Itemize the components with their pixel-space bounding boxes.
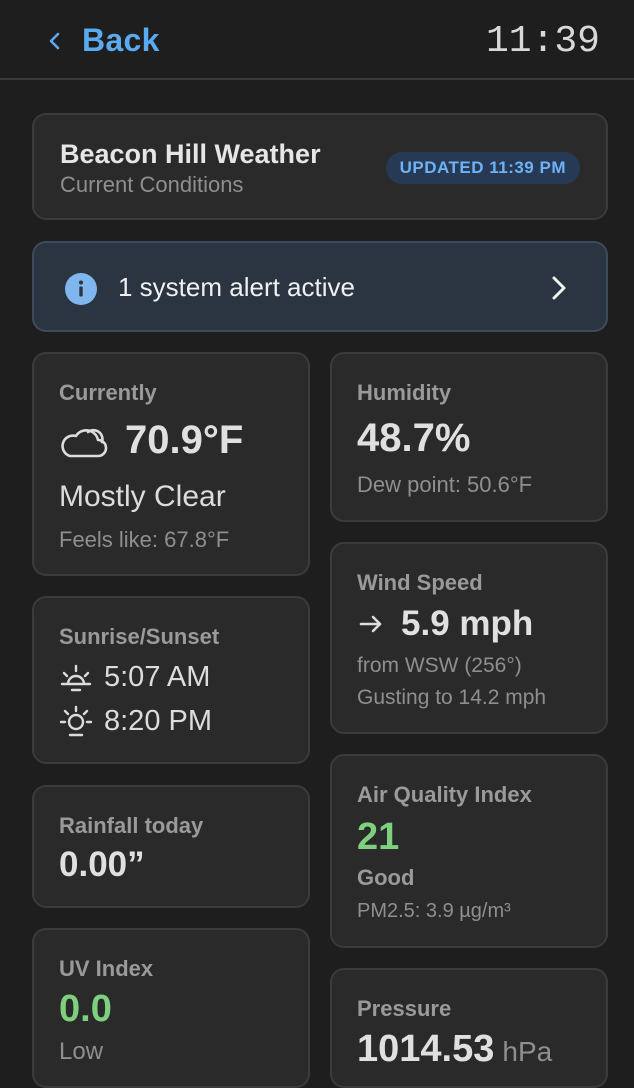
sunrise-sunset-tile: Sunrise/Sunset 5:07 AM 8:20 PM: [32, 596, 310, 764]
pressure-unit: hPa: [502, 1036, 553, 1067]
system-alert-banner[interactable]: 1 system alert active: [32, 241, 608, 332]
current-conditions-tile: Currently 70.9°F Mostly Clear Feels like…: [32, 352, 310, 576]
updated-badge: UPDATED 11:39 PM: [385, 152, 580, 184]
dew-point: Dew point: 50.6°F: [357, 472, 533, 497]
sunrise-time: 5:07 AM: [104, 660, 211, 693]
feels-like: Feels like: 67.8°F: [59, 527, 230, 552]
wind-speed-tile: Wind Speed 5.9 mph from WSW (256°) Gusti…: [330, 542, 608, 734]
aqi-level: Good: [357, 865, 415, 890]
station-subtitle: Current Conditions: [60, 172, 244, 197]
tile-title: Currently: [59, 380, 157, 405]
pressure-reading: 1014.53 hPa: [357, 1028, 552, 1071]
tile-title: Sunrise/Sunset: [59, 624, 220, 649]
sunset-row: 8:20 PM: [58, 704, 212, 738]
wind-gust: Gusting to 14.2 mph: [357, 686, 547, 709]
wind-direction-arrow-icon: [359, 615, 382, 633]
cloud-icon: [61, 428, 108, 458]
station-header: Beacon Hill Weather Current Conditions U…: [32, 113, 608, 220]
sunset-time: 8:20 PM: [104, 704, 212, 737]
condition-text: Mostly Clear: [59, 480, 226, 513]
tile-title: Humidity: [357, 380, 452, 405]
rainfall-tile: Rainfall today 0.00”: [32, 785, 310, 908]
uv-level: Low: [59, 1038, 104, 1065]
sunset-icon: [59, 705, 93, 737]
pm25-value: PM2.5: 3.9 µg/m³: [357, 900, 511, 922]
back-button[interactable]: Back: [44, 22, 160, 59]
humidity-tile: Humidity 48.7% Dew point: 50.6°F: [330, 352, 608, 522]
tile-title: Air Quality Index: [357, 782, 532, 807]
uv-value: 0.0: [59, 988, 112, 1030]
station-name: Beacon Hill Weather: [60, 139, 321, 169]
air-quality-tile: Air Quality Index 21 Good PM2.5: 3.9 µg/…: [330, 754, 608, 948]
current-temperature: 70.9°F: [125, 418, 244, 462]
wind-direction: from WSW (256°): [357, 654, 522, 677]
tile-title: Wind Speed: [357, 570, 483, 595]
info-icon: [65, 273, 97, 305]
sunrise-row: 5:07 AM: [58, 660, 210, 694]
top-bar: Back 11:39: [0, 0, 634, 80]
back-label: Back: [82, 22, 160, 58]
tile-title: Rainfall today: [59, 813, 204, 838]
pressure-tile: Pressure 1014.53 hPa: [330, 968, 608, 1088]
chevron-right-icon: [552, 276, 566, 300]
sunrise-icon: [60, 664, 92, 692]
alert-text: 1 system alert active: [118, 272, 355, 302]
aqi-value: 21: [357, 816, 400, 858]
clock: 11:39: [485, 20, 600, 63]
humidity-value: 48.7%: [357, 416, 471, 460]
chevron-left-icon: [49, 32, 60, 49]
tile-title: UV Index: [59, 956, 154, 981]
wind-speed-value: 5.9 mph: [401, 604, 534, 643]
tile-title: Pressure: [357, 996, 452, 1021]
uv-index-tile: UV Index 0.0 Low: [32, 928, 310, 1088]
rainfall-value: 0.00”: [59, 845, 145, 884]
